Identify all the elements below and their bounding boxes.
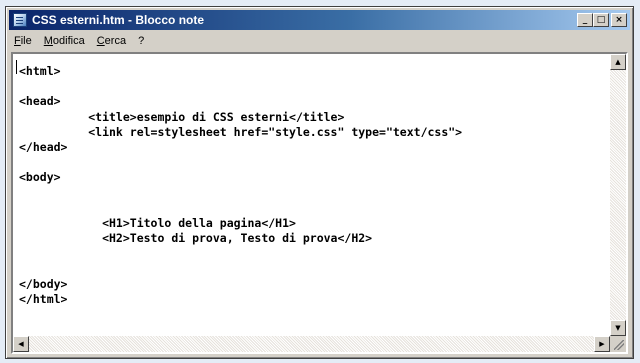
editor-content[interactable]: <html> <head> <title>esempio di CSS este…: [19, 64, 462, 307]
scroll-up-button[interactable]: ▲: [610, 54, 626, 70]
window-title: CSS esterni.htm - Blocco note: [32, 13, 205, 27]
scroll-left-button[interactable]: ◀: [13, 336, 29, 352]
scroll-right-button[interactable]: ▶: [594, 336, 610, 352]
code-line: <html>: [19, 64, 61, 78]
minimize-button[interactable]: _: [577, 13, 593, 27]
code-line: </body>: [19, 276, 68, 291]
code-line: <H1>Titolo della pagina</H1>: [19, 216, 296, 231]
code-line: <head>: [19, 94, 61, 109]
code-line: <H2>Testo di prova, Testo di prova</H2>: [19, 231, 373, 246]
window-controls: _ □ ×: [577, 13, 627, 27]
code-line: </head>: [19, 140, 68, 155]
notepad-icon[interactable]: [13, 13, 27, 27]
code-line: <body>: [19, 170, 61, 185]
menu-bar: File Modifica Cerca ?: [9, 32, 630, 50]
maximize-button[interactable]: □: [593, 13, 609, 27]
title-bar[interactable]: CSS esterni.htm - Blocco note _ □ ×: [9, 10, 630, 30]
code-line: </html>: [19, 292, 68, 307]
horizontal-scrollbar[interactable]: ◀ ▶: [13, 336, 610, 352]
scroll-down-button[interactable]: ▼: [610, 320, 626, 336]
resize-grip[interactable]: [610, 336, 626, 352]
menu-file[interactable]: File: [9, 35, 39, 47]
code-line: <link rel=stylesheet href="style.css" ty…: [19, 124, 463, 139]
text-editor[interactable]: <html> <head> <title>esempio di CSS este…: [11, 52, 628, 354]
code-line: <title>esempio di CSS esterni</title>: [19, 109, 345, 124]
close-button[interactable]: ×: [611, 13, 627, 27]
menu-modifica[interactable]: Modifica: [39, 35, 92, 47]
menu-cerca[interactable]: Cerca: [92, 35, 133, 47]
menu-help[interactable]: ?: [133, 35, 151, 47]
notepad-window: CSS esterni.htm - Blocco note _ □ × File…: [5, 6, 634, 359]
vertical-scrollbar[interactable]: ▲ ▼: [610, 54, 626, 336]
text-cursor: [16, 60, 17, 74]
